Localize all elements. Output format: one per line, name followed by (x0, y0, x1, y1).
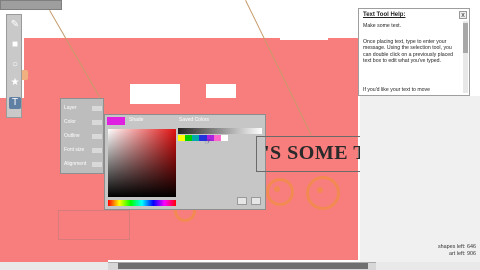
saved-color-swatch[interactable] (220, 135, 228, 141)
prop-slider[interactable] (92, 162, 102, 167)
saturation-value-square[interactable] (108, 129, 176, 197)
prop-row[interactable]: Alignment (64, 161, 102, 169)
status-counter: shapes left: 646 art left: 906 (420, 244, 476, 258)
tool-palette: ✎ ■ ○ ★ T (6, 14, 22, 118)
ring-shape[interactable] (306, 176, 340, 210)
prop-slider[interactable] (92, 106, 102, 111)
horizontal-scrollbar-thumb[interactable] (118, 263, 368, 269)
prop-slider[interactable] (92, 134, 102, 139)
shapes-left-label: shapes left: 646 (437, 244, 476, 250)
saved-color-swatch[interactable] (213, 135, 221, 141)
salmon-shape[interactable] (24, 38, 358, 104)
color-picker: Shade Saved Colors ☞ (104, 114, 266, 210)
prop-label: Layer (64, 105, 77, 111)
ring-shape[interactable] (266, 178, 294, 206)
prop-label: Alignment (64, 161, 87, 167)
saved-color-swatch[interactable] (178, 135, 186, 141)
saved-color-swatch[interactable] (192, 135, 200, 141)
ring-center (274, 186, 280, 192)
prop-slider[interactable] (92, 148, 102, 153)
canvas-notch (206, 84, 236, 98)
properties-panel: Layer Color Outline Font size Alignment (60, 98, 104, 174)
canvas-notch (130, 84, 180, 104)
shape-icon[interactable]: ■ (9, 39, 21, 51)
picker-title: Shade (129, 117, 144, 123)
text-icon[interactable]: T (9, 97, 21, 109)
prop-label: Font size (64, 147, 85, 153)
faint-outline (58, 210, 130, 240)
prop-label: Outline (64, 133, 80, 139)
art-left-label: art left: 906 (449, 251, 476, 257)
cursor-hand-icon: ☞ (204, 136, 213, 146)
close-icon[interactable]: x (459, 11, 467, 19)
picker-button[interactable] (251, 197, 261, 205)
saved-colors-row[interactable] (178, 135, 228, 141)
help-scrollbar-thumb[interactable] (463, 23, 468, 53)
right-margin (360, 96, 480, 262)
prop-slider[interactable] (92, 120, 102, 125)
canvas-notch (280, 10, 328, 40)
star-icon[interactable]: ★ (9, 77, 21, 89)
prop-row[interactable]: Outline (64, 133, 102, 141)
top-menu-bar[interactable] (0, 0, 62, 10)
help-paragraph: If you'd like your text to move (363, 87, 431, 93)
picker-button[interactable] (237, 197, 247, 205)
help-paragraph: Once placing text, type to enter your me… (363, 39, 453, 65)
pencil-icon[interactable]: ✎ (9, 19, 21, 31)
prop-label: Color (64, 119, 76, 125)
hue-slider[interactable] (108, 200, 176, 206)
saved-color-swatch[interactable] (185, 135, 193, 141)
help-paragraph: Make some text. (363, 23, 402, 29)
prop-row[interactable]: Layer (64, 105, 102, 113)
grayscale-row[interactable] (178, 128, 262, 134)
ring-center (317, 187, 323, 193)
saved-colors-label: Saved Colors (179, 117, 210, 123)
help-title: Text Tool Help: (363, 12, 406, 18)
circle-icon[interactable]: ○ (9, 59, 21, 71)
prop-row[interactable]: Font size (64, 147, 102, 155)
current-color-swatch (107, 117, 125, 125)
help-panel: Text Tool Help: x Make some text. Once p… (358, 8, 470, 96)
prop-row[interactable]: Color (64, 119, 102, 127)
